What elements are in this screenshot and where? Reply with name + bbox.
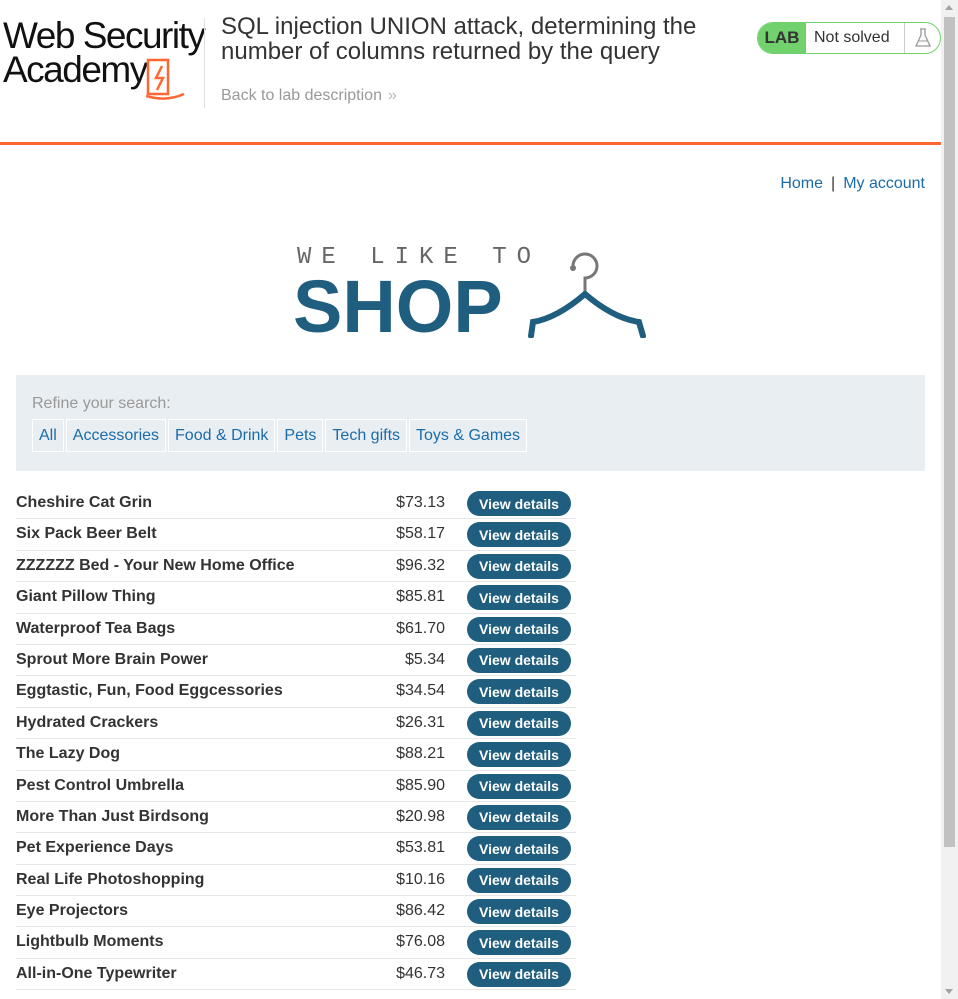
table-row: Waterproof Tea Bags $61.70 View details	[16, 614, 576, 645]
shop-wordmark: SHOP	[293, 265, 503, 348]
product-name: All-in-One Typewriter	[16, 964, 177, 982]
product-price: $5.34	[404, 650, 445, 668]
double-chevron-right-icon: »	[387, 87, 397, 104]
product-price: $85.81	[396, 588, 445, 606]
view-details-button[interactable]: View details	[467, 867, 571, 893]
view-details-button[interactable]: View details	[467, 804, 571, 830]
back-to-lab-description-link[interactable]: Back to lab description »	[221, 87, 397, 105]
product-table: Cheshire Cat Grin $73.13 View details Six …	[16, 488, 576, 991]
product-name: Sprout More Brain Power	[16, 650, 209, 668]
scroll-up-arrow-icon[interactable]	[945, 5, 953, 10]
scrollbar-thumb[interactable]	[944, 17, 955, 847]
view-details-button[interactable]: View details	[467, 899, 571, 925]
lab-header: Web Security Academy SQL injection UNION…	[0, 0, 941, 145]
view-details-button[interactable]: View details	[467, 961, 571, 987]
product-name: Hydrated Crackers	[16, 713, 159, 731]
table-row: Giant Pillow Thing $85.81 View details	[16, 582, 576, 614]
category-tech-gifts[interactable]: Tech gifts	[325, 419, 408, 452]
logo-bolt-icon	[146, 58, 185, 100]
view-details-button[interactable]: View details	[467, 491, 571, 516]
product-price: $34.54	[396, 682, 445, 700]
home-link[interactable]: Home	[780, 175, 823, 192]
product-price: $46.73	[396, 964, 445, 982]
scroll-down-arrow-icon[interactable]	[945, 989, 953, 994]
product-name: Waterproof Tea Bags	[16, 619, 176, 637]
view-details-button[interactable]: View details	[467, 710, 571, 736]
product-name: ZZZZZZ Bed - Your New Home Office	[16, 556, 295, 574]
page-scrollbar[interactable]	[941, 0, 958, 999]
product-price: $88.21	[396, 745, 445, 763]
my-account-link[interactable]: My account	[843, 175, 925, 192]
product-name: Lightbulb Moments	[16, 933, 164, 951]
product-price: $20.98	[396, 807, 445, 825]
product-name: Eye Projectors	[16, 902, 129, 920]
view-details-button[interactable]: View details	[467, 742, 571, 768]
back-link-label: Back to lab description	[221, 87, 382, 104]
product-price: $85.90	[396, 776, 445, 794]
product-name: Real Life Photoshopping	[16, 870, 205, 888]
view-details-button[interactable]: View details	[467, 616, 571, 642]
view-details-button[interactable]: View details	[467, 585, 571, 611]
lab-status-widget: LAB Not solved	[757, 22, 941, 54]
product-price: $73.13	[396, 494, 445, 511]
category-filter: Refine your search: All Accessories Food…	[16, 375, 925, 471]
table-row: Real Life Photoshopping $10.16 View detail…	[16, 865, 576, 897]
product-name: Cheshire Cat Grin	[16, 494, 153, 511]
product-name: Six Pack Beer Belt	[16, 525, 157, 543]
shop-logo: WE LIKE TO SHOP	[293, 244, 655, 348]
view-details-button[interactable]: View details	[467, 553, 571, 579]
table-row: Eye Projectors $86.42 View details	[16, 896, 576, 928]
table-row: More Than Just Birdsong $20.98 View detail…	[16, 802, 576, 834]
lab-title: SQL injection UNION attack, determining …	[221, 13, 697, 65]
view-details-button[interactable]: View details	[467, 930, 571, 956]
view-details-button[interactable]: View details	[467, 679, 571, 705]
view-details-button[interactable]: View details	[467, 522, 571, 548]
table-row: Lightbulb Moments $76.08 View details	[16, 927, 576, 959]
table-row: ZZZZZZ Bed - Your New Home Office $96.32 V…	[16, 551, 576, 583]
product-price: $10.16	[396, 870, 445, 888]
table-row: The Lazy Dog $88.21 View details	[16, 739, 576, 771]
view-details-button[interactable]: View details	[467, 647, 571, 673]
product-price: $61.70	[396, 619, 445, 637]
view-details-button[interactable]: View details	[467, 836, 571, 862]
product-name: Pet Experience Days	[16, 839, 174, 857]
category-accessories[interactable]: Accessories	[65, 419, 167, 452]
top-navigation: Home | My account	[780, 175, 925, 193]
category-pets[interactable]: Pets	[277, 419, 324, 452]
product-price: $53.81	[396, 839, 445, 857]
category-all[interactable]: All	[32, 419, 64, 452]
table-row: Pet Experience Days $53.81 View details	[16, 833, 576, 865]
view-details-button[interactable]: View details	[467, 773, 571, 799]
product-price: $76.08	[396, 933, 445, 951]
category-list: All Accessories Food & Drink Pets Tech g…	[32, 419, 529, 452]
category-toys-games[interactable]: Toys & Games	[409, 419, 528, 452]
category-food-drink[interactable]: Food & Drink	[168, 419, 276, 452]
nav-separator: |	[831, 175, 836, 192]
product-name: The Lazy Dog	[16, 745, 121, 763]
table-row: All-in-One Typewriter $46.73 View details	[16, 959, 576, 991]
product-price: $26.31	[396, 713, 445, 731]
product-name: Giant Pillow Thing	[16, 588, 156, 606]
product-price: $86.42	[396, 902, 445, 920]
table-row: Sprout More Brain Power $5.34 View details	[16, 645, 576, 677]
table-row: Cheshire Cat Grin $73.13 View details	[16, 488, 576, 520]
filter-label: Refine your search:	[32, 395, 171, 412]
product-name: Eggtastic, Fun, Food Eggcessories	[16, 682, 283, 700]
table-row: Six Pack Beer Belt $58.17 View details	[16, 519, 576, 551]
header-divider	[204, 18, 205, 108]
table-row: Eggtastic, Fun, Food Eggcessories $34.54 V…	[16, 676, 576, 708]
lab-badge: LAB	[758, 23, 806, 53]
product-price: $96.32	[396, 556, 445, 574]
table-row: Pest Control Umbrella $85.90 View details	[16, 771, 576, 802]
table-row: Hydrated Crackers $26.31 View details	[16, 708, 576, 740]
product-name: Pest Control Umbrella	[16, 776, 185, 794]
product-name: More Than Just Birdsong	[16, 807, 209, 825]
web-security-academy-logo[interactable]: Web Security Academy	[3, 17, 206, 100]
hanger-icon	[528, 252, 646, 338]
product-price: $58.17	[396, 525, 445, 543]
flask-icon	[904, 23, 940, 53]
lab-status-text: Not solved	[814, 29, 890, 46]
